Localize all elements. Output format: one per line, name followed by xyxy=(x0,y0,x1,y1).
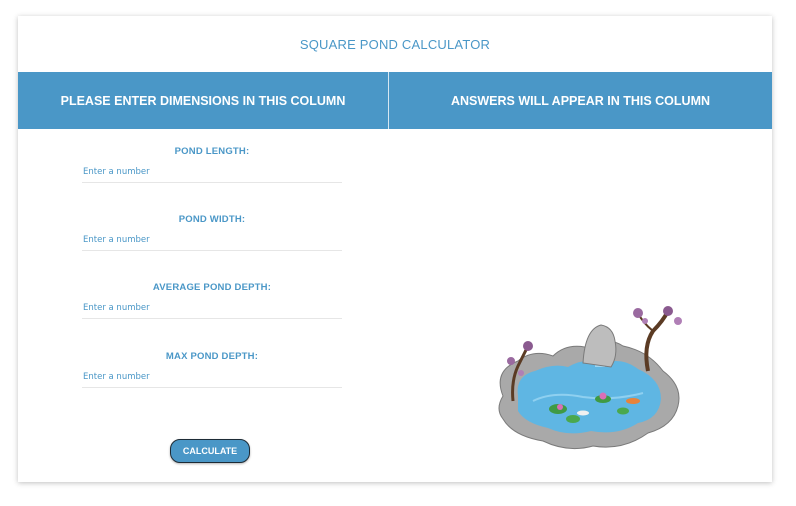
pond-illustration xyxy=(498,306,682,450)
page-title: SQUARE POND CALCULATOR xyxy=(299,36,491,52)
average-depth-field: AVERAGE POND DEPTH: xyxy=(82,282,342,319)
answer-column-header: ANSWERS WILL APPEAR IN THIS COLUMN xyxy=(450,93,711,108)
average-depth-label: AVERAGE POND DEPTH: xyxy=(152,282,272,293)
pond-length-label: POND LENGTH: xyxy=(174,146,250,157)
average-depth-input[interactable] xyxy=(82,297,342,319)
pond-length-input[interactable] xyxy=(82,161,342,183)
calculator-card: SQUARE POND CALCULATOR PLEASE ENTER DIME… xyxy=(18,16,772,482)
pond-width-field: POND WIDTH: xyxy=(82,214,342,251)
pond-width-input[interactable] xyxy=(82,229,342,251)
max-depth-input[interactable] xyxy=(82,366,342,388)
max-depth-label: MAX POND DEPTH: xyxy=(165,351,259,362)
column-header-bar: PLEASE ENTER DIMENSIONS IN THIS COLUMN A… xyxy=(18,72,772,129)
pond-width-label: POND WIDTH: xyxy=(178,214,246,225)
pond-length-field: POND LENGTH: xyxy=(82,146,342,183)
input-column-header: PLEASE ENTER DIMENSIONS IN THIS COLUMN xyxy=(18,72,389,129)
calculate-button[interactable]: CALCULATE xyxy=(170,439,250,463)
max-depth-field: MAX POND DEPTH: xyxy=(82,351,342,388)
